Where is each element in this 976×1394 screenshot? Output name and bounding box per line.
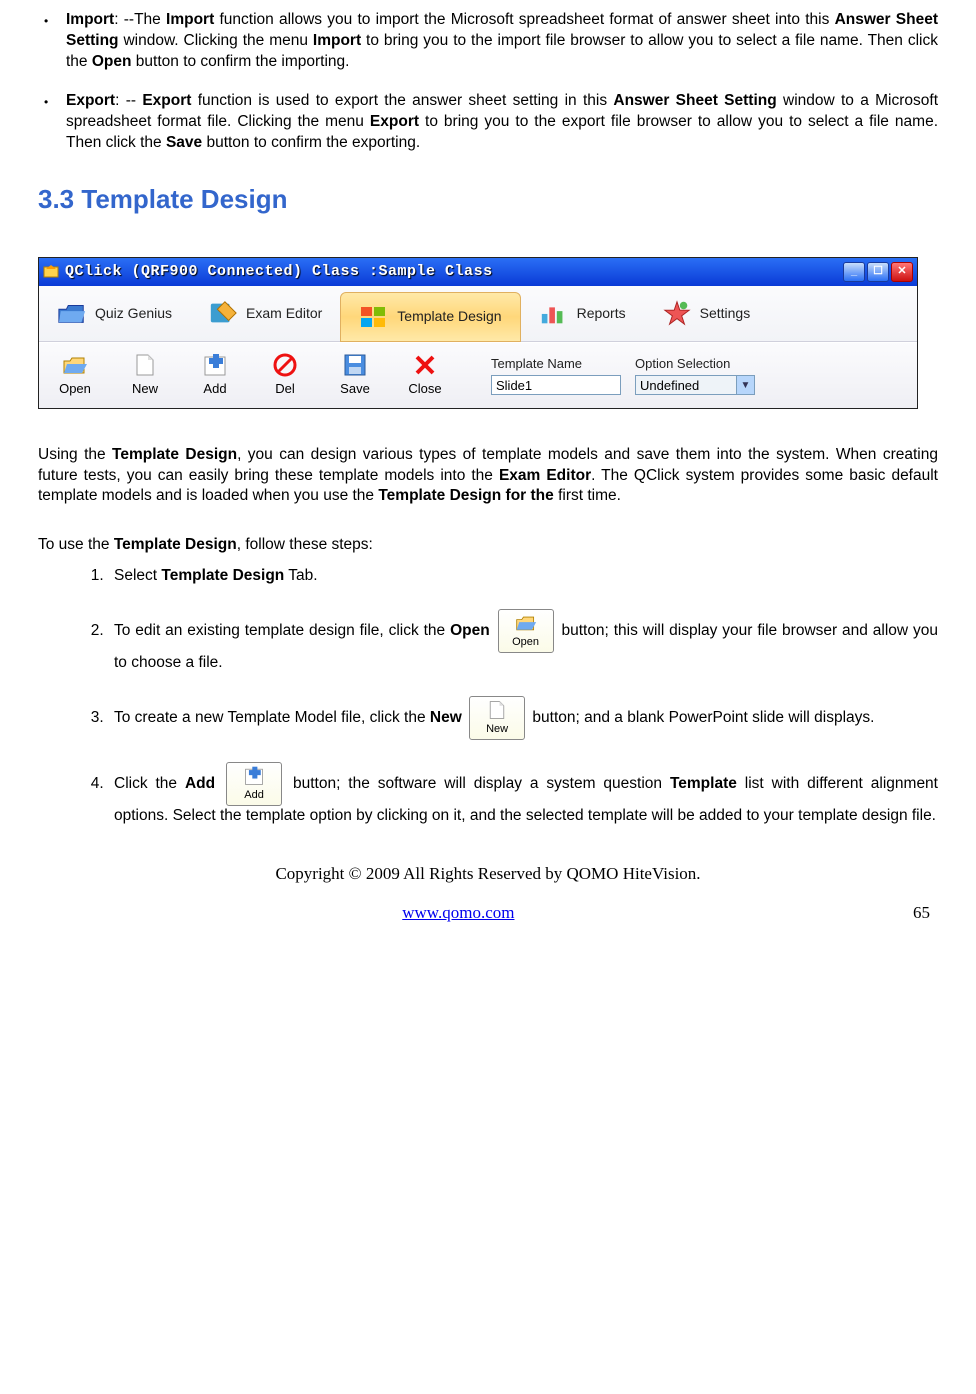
page-number: 65 <box>913 902 930 925</box>
save-button[interactable]: Save <box>323 346 387 404</box>
step-4: Click the Add Add button; the software w… <box>108 762 938 827</box>
del-button[interactable]: Del <box>253 346 317 404</box>
intro-paragraph: Using the Template Design, you can desig… <box>38 445 938 508</box>
qclick-window: QClick (QRF900 Connected) Class :Sample … <box>38 257 918 409</box>
inline-btn-label: Add <box>244 788 264 803</box>
minimize-button[interactable]: _ <box>843 262 865 282</box>
chevron-down-icon: ▼ <box>736 376 754 394</box>
add-button[interactable]: Add <box>183 346 247 404</box>
new-doc-icon <box>132 352 158 378</box>
star-icon <box>662 299 692 327</box>
tab-quiz-genius[interactable]: Quiz Genius <box>39 286 190 341</box>
maximize-button[interactable]: ☐ <box>867 262 889 282</box>
tab-label: Quiz Genius <box>95 304 172 323</box>
add-plus-icon <box>243 765 265 787</box>
tab-label: Settings <box>700 304 751 323</box>
new-button[interactable]: New <box>113 346 177 404</box>
option-selection-field: Option Selection Undefined ▼ <box>635 355 755 396</box>
template-name-input[interactable] <box>491 375 621 395</box>
inline-open-button[interactable]: Open <box>498 609 554 653</box>
option-selection-value: Undefined <box>640 377 699 395</box>
instruction-lead: To use the Template Design, follow these… <box>38 535 938 556</box>
window-controls: _ ☐ ✕ <box>843 262 913 282</box>
step-3: To create a new Template Model file, cli… <box>108 696 938 740</box>
chart-icon <box>539 299 569 327</box>
tab-template-design[interactable]: Template Design <box>340 292 520 342</box>
footer-line: www.qomo.com 65 <box>38 902 938 925</box>
step-1: Select Template Design Tab. <box>108 566 938 587</box>
inline-btn-label: Open <box>512 635 539 650</box>
template-name-label: Template Name <box>491 355 621 373</box>
template-name-field: Template Name <box>491 355 621 396</box>
btn-label: Del <box>275 380 295 398</box>
footer-link[interactable]: www.qomo.com <box>402 903 514 922</box>
btn-label: Close <box>408 380 441 398</box>
btn-label: New <box>132 380 158 398</box>
inline-new-button[interactable]: New <box>469 696 525 740</box>
inline-add-button[interactable]: Add <box>226 762 282 806</box>
option-selection-label: Option Selection <box>635 355 755 373</box>
tab-exam-editor[interactable]: Exam Editor <box>190 286 340 341</box>
tab-label: Template Design <box>397 307 501 326</box>
window-title: QClick (QRF900 Connected) Class :Sample … <box>65 262 493 282</box>
toolbar: Open New Add Del Save Close Template Nam… <box>39 342 917 408</box>
tab-settings[interactable]: Settings <box>644 286 769 341</box>
option-selection-dropdown[interactable]: Undefined ▼ <box>635 375 755 395</box>
save-floppy-icon <box>342 352 368 378</box>
main-tabs: Quiz Genius Exam Editor Template Design … <box>39 286 917 342</box>
titlebar: QClick (QRF900 Connected) Class :Sample … <box>39 258 917 286</box>
footer-copyright: Copyright © 2009 All Rights Reserved by … <box>38 863 938 886</box>
intro-bullets: Import: --The Import function allows you… <box>38 10 938 154</box>
windows-flag-icon <box>359 303 389 331</box>
btn-label: Open <box>59 380 91 398</box>
inline-btn-label: New <box>486 722 508 737</box>
bullet-import: Import: --The Import function allows you… <box>66 10 938 73</box>
delete-forbid-icon <box>272 352 298 378</box>
add-plus-icon <box>202 352 228 378</box>
bullet-export: Export: -- Export function is used to ex… <box>66 91 938 154</box>
btn-label: Add <box>203 380 226 398</box>
app-icon <box>43 264 59 280</box>
folder-icon <box>57 299 87 327</box>
steps-list: Select Template Design Tab. To edit an e… <box>38 566 938 827</box>
close-x-icon <box>412 352 438 378</box>
tab-label: Reports <box>577 304 626 323</box>
section-heading: 3.3 Template Design <box>38 182 938 217</box>
tab-reports[interactable]: Reports <box>521 286 644 341</box>
pencil-icon <box>208 299 238 327</box>
close-button-tb[interactable]: Close <box>393 346 457 404</box>
close-button[interactable]: ✕ <box>891 262 913 282</box>
open-folder-icon <box>62 352 88 378</box>
btn-label: Save <box>340 380 370 398</box>
open-folder-icon <box>515 612 537 634</box>
new-doc-icon <box>486 699 508 721</box>
step-2: To edit an existing template design file… <box>108 609 938 674</box>
open-button[interactable]: Open <box>43 346 107 404</box>
tab-label: Exam Editor <box>246 304 322 323</box>
